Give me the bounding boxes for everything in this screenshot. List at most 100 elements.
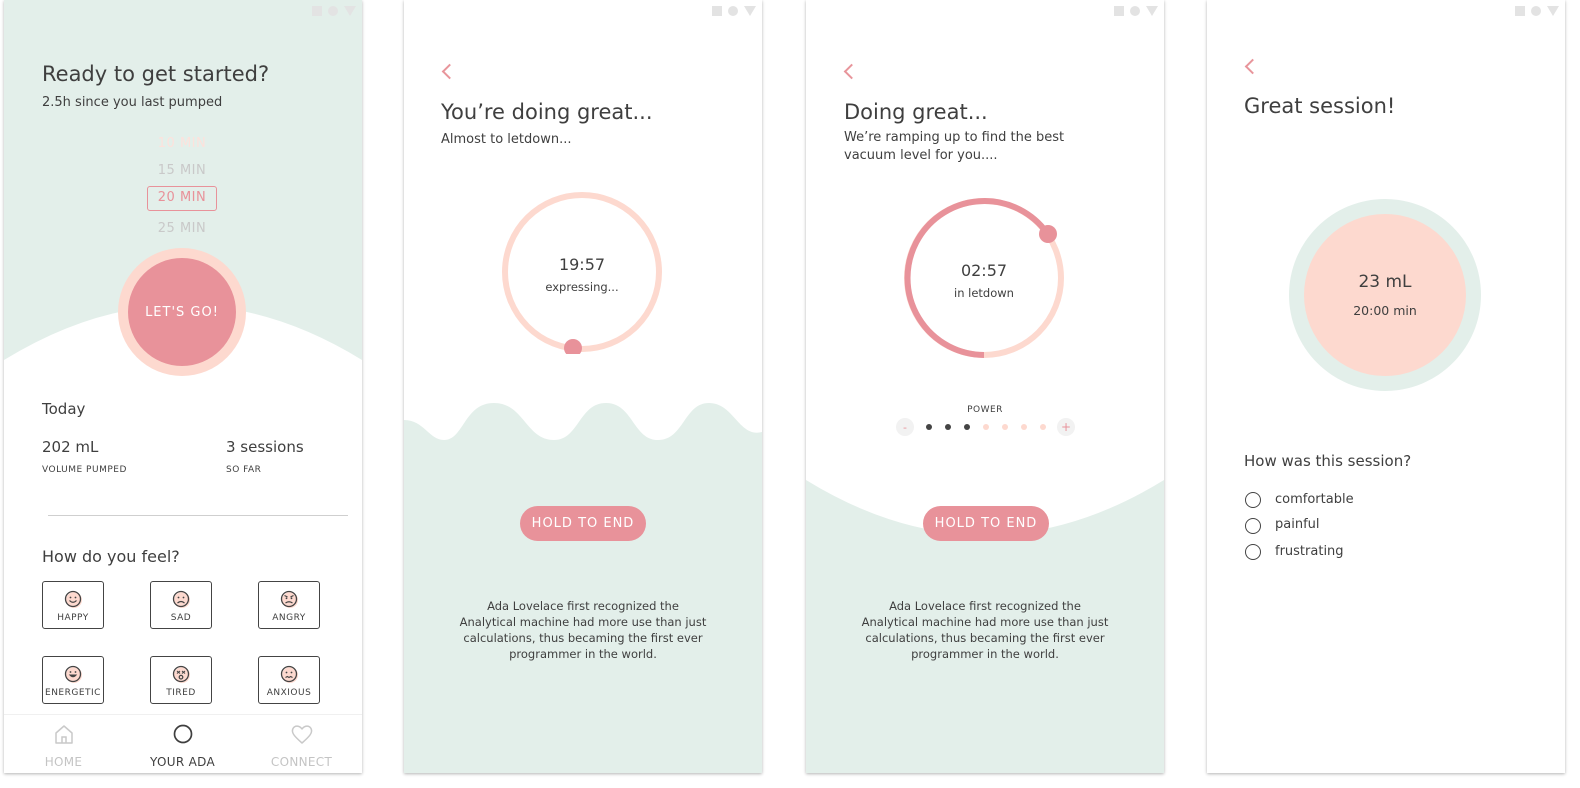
duration-option-25[interactable]: 25 MIN	[142, 221, 222, 236]
duration-option-20[interactable]: 20 MIN	[142, 190, 222, 205]
wifi-icon	[1531, 6, 1541, 16]
mood-sad[interactable]: SAD	[150, 581, 212, 629]
power-dot	[1021, 424, 1027, 430]
progress-knob[interactable]	[564, 339, 582, 354]
fun-fact-text: Ada Lovelace first recognized the Analyt…	[861, 599, 1109, 661]
power-dot	[1002, 424, 1008, 430]
signal-icon	[744, 6, 756, 16]
today-heading: Today	[42, 400, 86, 418]
page-subtitle: We’re ramping up to find the best vacuum…	[844, 130, 1065, 163]
home-icon	[55, 725, 73, 744]
letdown-screen: Doing great... We’re ramping up to find …	[806, 0, 1164, 773]
progress-knob[interactable]	[1039, 225, 1057, 243]
sessions-label: SO FAR	[226, 465, 262, 475]
mood-energetic[interactable]: ENERGETIC	[42, 656, 104, 704]
hold-to-end-button[interactable]: HOLD TO END	[923, 506, 1049, 541]
timer: 19:57	[558, 255, 606, 274]
mood-anxious[interactable]: ANXIOUS	[258, 656, 320, 704]
expressing-screen: You’re doing great... Almost to letdown.…	[404, 0, 762, 773]
battery-icon	[1114, 6, 1124, 16]
option-label: comfortable	[1275, 492, 1354, 507]
nav-label: CONNECT	[270, 755, 333, 769]
wifi-icon	[328, 6, 338, 16]
wifi-icon	[1130, 6, 1140, 16]
sessions-value: 3 sessions	[226, 438, 304, 456]
result-circle	[1304, 214, 1466, 376]
status-text: in letdown	[954, 286, 1014, 300]
page-title: Great session!	[1244, 94, 1396, 118]
duration-option-15[interactable]: 15 MIN	[142, 163, 222, 178]
sad-face-icon	[172, 590, 190, 608]
signal-icon	[344, 6, 356, 16]
radio-button[interactable]	[1245, 544, 1261, 560]
lets-go-button[interactable]: LET'S GO!	[128, 258, 236, 366]
mood-label: ENERGETIC	[45, 688, 101, 698]
mood-label: ANXIOUS	[266, 688, 312, 698]
feedback-option-painful[interactable]: painful	[1244, 516, 1444, 536]
page-title: You’re doing great...	[441, 100, 653, 124]
fun-fact-text: Ada Lovelace first recognized the Analyt…	[459, 599, 707, 661]
power-increase-button[interactable]: +	[1057, 418, 1075, 436]
nav-label: HOME	[44, 755, 83, 769]
mood-label: HAPPY	[57, 613, 89, 623]
signal-icon	[1547, 6, 1559, 16]
since-last-pumped: 2.5h since you last pumped	[42, 95, 223, 110]
signal-icon	[1146, 6, 1158, 16]
nav-your-ada[interactable]: YOUR ADA	[123, 715, 242, 773]
feedback-option-comfortable[interactable]: comfortable	[1244, 490, 1444, 510]
option-label: frustrating	[1275, 544, 1344, 559]
page-title: Doing great...	[844, 100, 988, 124]
duration-option-10[interactable]: 10 MIN	[142, 136, 222, 151]
tired-face-icon	[172, 665, 190, 683]
volume-value: 202 mL	[42, 438, 99, 456]
status-bar	[1515, 6, 1559, 16]
hold-to-end-button[interactable]: HOLD TO END	[520, 506, 646, 541]
power-decrease-button[interactable]: -	[896, 418, 914, 436]
back-chevron-icon[interactable]	[1244, 58, 1261, 75]
power-label: POWER	[967, 405, 1003, 415]
power-dot	[983, 424, 989, 430]
happy-face-icon	[64, 590, 82, 608]
mood-tired[interactable]: TIRED	[150, 656, 212, 704]
mood-label: ANGRY	[272, 613, 306, 623]
radio-button[interactable]	[1245, 518, 1261, 534]
feedback-option-frustrating[interactable]: frustrating	[1244, 542, 1444, 562]
angry-face-icon	[280, 590, 298, 608]
session-volume: 23 mL	[1358, 272, 1412, 292]
page-title: Ready to get started?	[42, 62, 270, 86]
mood-label: SAD	[170, 613, 192, 623]
heart-icon	[291, 725, 313, 744]
mood-happy[interactable]: HAPPY	[42, 581, 104, 629]
power-dot	[964, 424, 970, 430]
nav-connect[interactable]: CONNECT	[242, 715, 361, 773]
page-subtitle: Almost to letdown...	[441, 132, 572, 147]
status-text: expressing...	[545, 280, 619, 294]
start-screen: Ready to get started? 2.5h since you las…	[4, 0, 362, 773]
wifi-icon	[728, 6, 738, 16]
power-dot	[945, 424, 951, 430]
status-bar	[312, 6, 356, 16]
battery-icon	[712, 6, 722, 16]
timer: 02:57	[960, 261, 1008, 280]
circle-icon	[173, 724, 193, 744]
nav-label: YOUR ADA	[150, 755, 215, 769]
battery-icon	[1515, 6, 1525, 16]
battery-icon	[312, 6, 322, 16]
volume-label: VOLUME PUMPED	[42, 465, 127, 475]
anxious-face-icon	[280, 665, 298, 683]
session-duration: 20:00 min	[1353, 303, 1417, 318]
power-dot	[1040, 424, 1046, 430]
option-label: painful	[1275, 517, 1320, 532]
status-bar	[712, 6, 756, 16]
status-bar	[1114, 6, 1158, 16]
feel-heading: How do you feel?	[42, 547, 180, 566]
radio-button[interactable]	[1245, 492, 1261, 508]
feedback-question: How was this session?	[1244, 452, 1412, 470]
divider	[48, 515, 348, 516]
mood-label: TIRED	[166, 688, 196, 698]
nav-home[interactable]: HOME	[4, 715, 123, 773]
summary-screen: Great session! 23 mL 20:00 min How was t…	[1207, 0, 1565, 773]
energetic-face-icon	[64, 665, 82, 683]
power-dot	[926, 424, 932, 430]
mood-angry[interactable]: ANGRY	[258, 581, 320, 629]
